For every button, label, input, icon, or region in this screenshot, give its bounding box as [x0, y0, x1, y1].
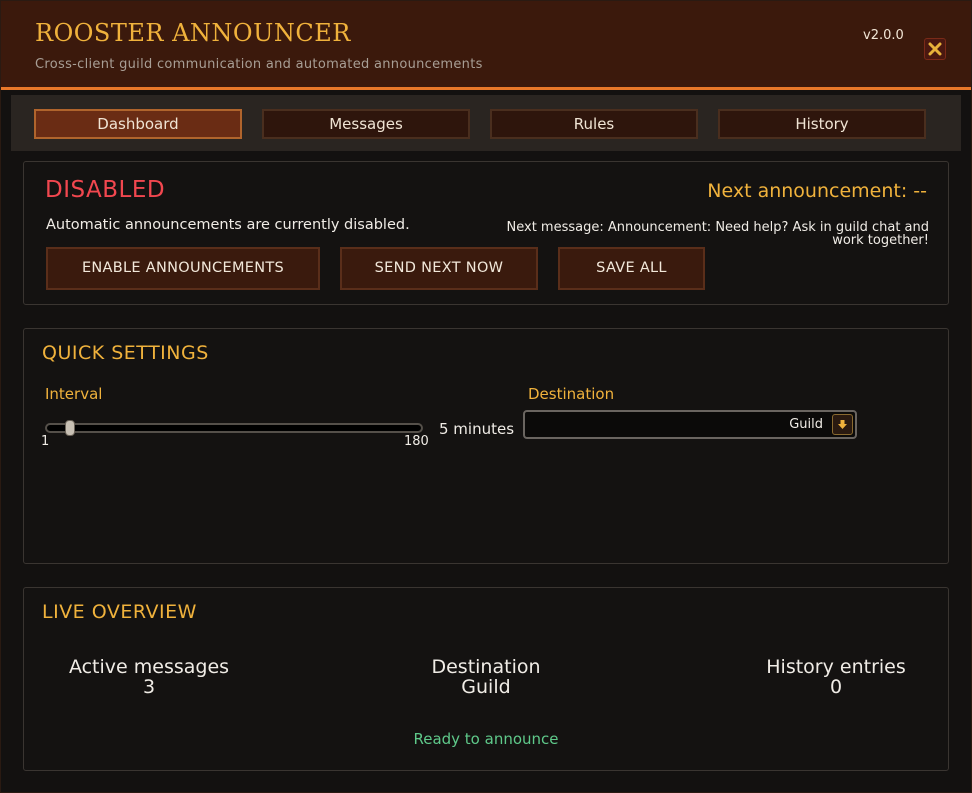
interval-label: Interval [45, 385, 103, 403]
destination-selected-value: Guild [789, 417, 823, 432]
enable-announcements-button[interactable]: ENABLE ANNOUNCEMENTS [46, 247, 320, 290]
tab-dashboard[interactable]: Dashboard [34, 109, 242, 139]
version-label: v2.0.0 [863, 28, 904, 43]
tab-messages[interactable]: Messages [262, 109, 470, 139]
stat-value: Guild [461, 676, 511, 698]
destination-dropdown[interactable]: Guild [523, 410, 857, 439]
interval-value: 5 minutes [439, 420, 515, 438]
stat-active-messages: Active messages 3 [49, 657, 249, 697]
dropdown-toggle-button[interactable] [832, 414, 853, 435]
interval-slider-track[interactable] [45, 423, 423, 433]
interval-min-label: 1 [41, 434, 50, 449]
window-title: ROOSTER ANNOUNCER [35, 19, 351, 47]
next-announcement: Next announcement: -- [707, 180, 927, 202]
stat-label: History entries [766, 656, 906, 678]
window-header[interactable]: ROOSTER ANNOUNCER Cross-client guild com… [1, 1, 971, 90]
tab-history[interactable]: History [718, 109, 926, 139]
next-message: Next message: Announcement: Need help? A… [506, 220, 930, 248]
tab-rules[interactable]: Rules [490, 109, 698, 139]
save-all-button[interactable]: SAVE ALL [558, 247, 705, 290]
announcer-window: ROOSTER ANNOUNCER Cross-client guild com… [0, 0, 972, 793]
ready-status: Ready to announce [413, 730, 559, 748]
live-overview-title: LIVE OVERVIEW [42, 601, 197, 623]
stat-value: 3 [142, 676, 156, 698]
send-next-now-button[interactable]: SEND NEXT NOW [340, 247, 538, 290]
stat-history-entries: History entries 0 [736, 657, 936, 697]
stat-value: 0 [829, 676, 843, 698]
status-state: DISABLED [45, 177, 166, 203]
stat-label: Destination [431, 656, 541, 678]
destination-label: Destination [528, 385, 615, 403]
interval-max-label: 180 [404, 434, 429, 449]
stat-destination: Destination Guild [386, 657, 586, 697]
interval-slider-thumb[interactable] [65, 420, 75, 436]
close-icon [928, 42, 942, 56]
close-button[interactable] [924, 38, 946, 60]
arrow-down-icon [838, 420, 847, 429]
quick-settings-title: QUICK SETTINGS [42, 342, 209, 364]
window-subtitle: Cross-client guild communication and aut… [35, 57, 483, 72]
status-description: Automatic announcements are currently di… [46, 217, 410, 233]
stat-label: Active messages [68, 656, 230, 678]
